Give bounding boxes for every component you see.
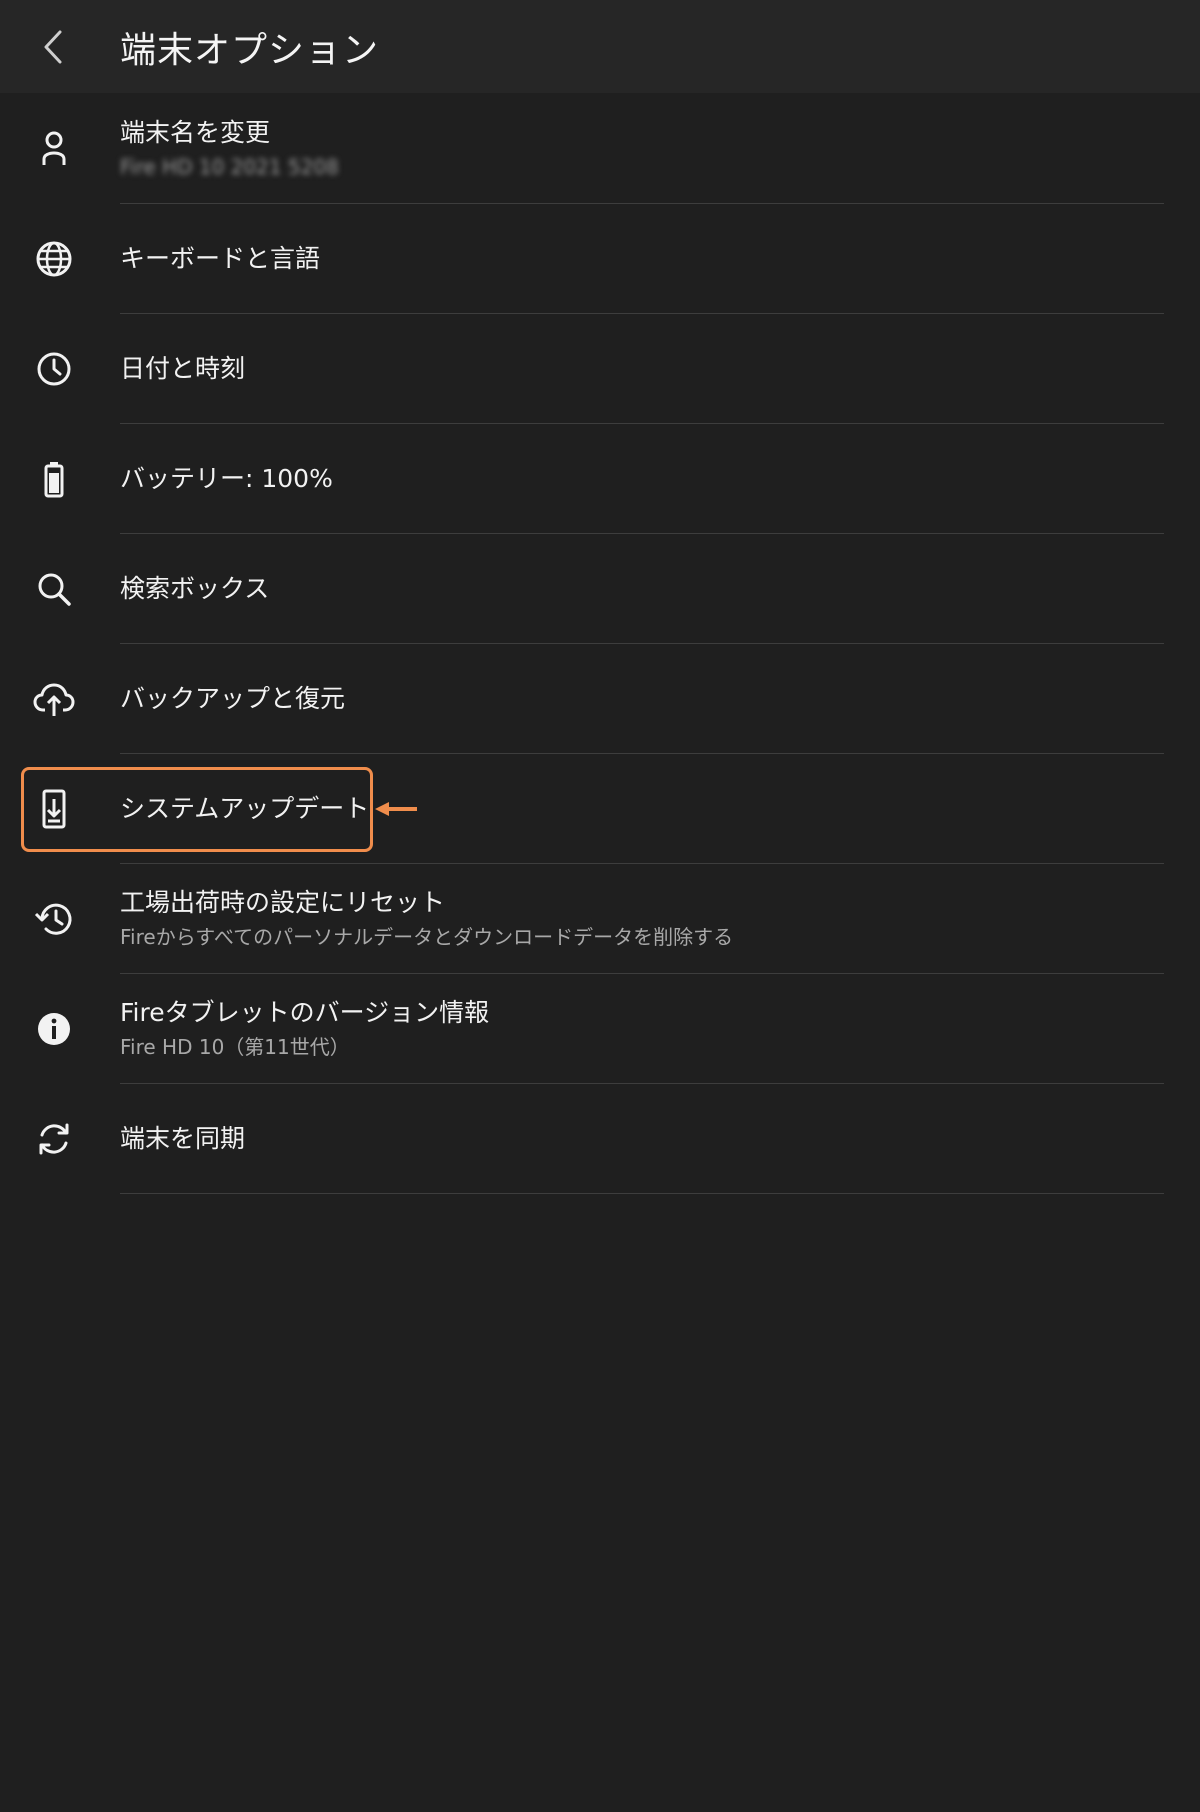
list-item-text: 検索ボックス	[120, 572, 1160, 606]
list-item-version-info[interactable]: Fireタブレットのバージョン情報 Fire HD 10（第11世代）	[0, 974, 1200, 1084]
list-item-factory-reset[interactable]: 工場出荷時の設定にリセット Fireからすべてのパーソナルデータとダウンロードデ…	[0, 864, 1200, 974]
list-item-title: 日付と時刻	[120, 354, 246, 383]
list-item-battery[interactable]: バッテリー: 100%	[0, 424, 1200, 534]
list-item-search-box[interactable]: 検索ボックス	[0, 534, 1200, 644]
list-item-text: システムアップデート	[120, 792, 1160, 826]
system-update-icon	[32, 787, 76, 831]
device-options-screen: 端末オプション 端末名を変更 Fire HD 10 2021 5208 キーボー…	[0, 0, 1200, 1812]
person-icon	[32, 127, 76, 171]
cloud-upload-icon	[32, 677, 76, 721]
info-icon	[32, 1007, 76, 1051]
list-item-text: 端末名を変更 Fire HD 10 2021 5208	[120, 116, 1160, 182]
list-item-title: システムアップデート	[120, 794, 370, 823]
back-button[interactable]	[30, 18, 76, 76]
list-item-subtitle: Fire HD 10（第11世代）	[120, 1035, 350, 1059]
list-item-title: バックアップと復元	[120, 684, 346, 713]
list-item-text: キーボードと言語	[120, 242, 1160, 276]
list-item-title: 端末名を変更	[120, 117, 271, 147]
history-icon	[32, 897, 76, 941]
list-item-text: Fireタブレットのバージョン情報 Fire HD 10（第11世代）	[120, 996, 1160, 1062]
list-item-text: 工場出荷時の設定にリセット Fireからすべてのパーソナルデータとダウンロードデ…	[120, 886, 1160, 952]
list-item-text: バッテリー: 100%	[120, 462, 1160, 496]
clock-icon	[32, 347, 76, 391]
battery-icon	[32, 457, 76, 501]
app-header: 端末オプション	[0, 0, 1200, 93]
list-item-date-time[interactable]: 日付と時刻	[0, 314, 1200, 424]
list-item-backup-restore[interactable]: バックアップと復元	[0, 644, 1200, 754]
list-item-title: 検索ボックス	[120, 574, 270, 603]
list-item-text: バックアップと復元	[120, 682, 1160, 716]
page-title: 端末オプション	[120, 30, 380, 71]
sync-icon	[32, 1117, 76, 1161]
list-item-title: キーボードと言語	[120, 244, 321, 273]
list-item-text: 日付と時刻	[120, 352, 1160, 386]
globe-icon	[32, 237, 76, 281]
list-item-title: Fireタブレットのバージョン情報	[120, 998, 490, 1027]
divider	[120, 1193, 1164, 1194]
list-item-title: 端末を同期	[120, 1124, 246, 1153]
list-item-rename-device[interactable]: 端末名を変更 Fire HD 10 2021 5208	[0, 93, 1200, 204]
list-item-keyboard-language[interactable]: キーボードと言語	[0, 204, 1200, 314]
list-item-text: 端末を同期	[120, 1122, 1160, 1156]
list-item-sync-device[interactable]: 端末を同期	[0, 1084, 1200, 1194]
list-item-subtitle: Fireからすべてのパーソナルデータとダウンロードデータを削除する	[120, 925, 734, 949]
device-name-value: Fire HD 10 2021 5208	[120, 154, 339, 179]
list-item-system-update[interactable]: システムアップデート	[0, 754, 1200, 864]
list-item-title: 工場出荷時の設定にリセット	[120, 888, 446, 917]
settings-list: 端末名を変更 Fire HD 10 2021 5208 キーボードと言語 日付と…	[0, 93, 1200, 1194]
search-icon	[32, 567, 76, 611]
chevron-left-icon	[44, 30, 62, 64]
list-item-title: バッテリー: 100%	[120, 464, 333, 493]
